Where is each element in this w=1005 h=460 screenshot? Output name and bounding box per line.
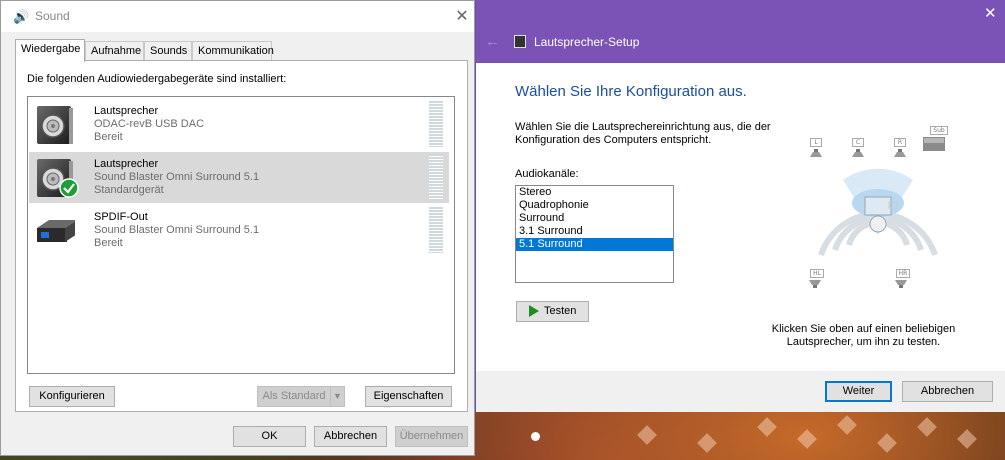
cancel-button[interactable]: Abbrechen	[902, 381, 993, 402]
set-default-button[interactable]: Als Standard ▼	[257, 386, 345, 407]
speaker-label-hl: HL	[810, 269, 824, 278]
panel-instruction: Die folgenden Audiowiedergabegeräte sind…	[27, 73, 287, 85]
setup-title: Lautsprecher-Setup	[534, 35, 640, 49]
speaker-setup-icon	[514, 35, 526, 48]
setup-footer: Weiter Abbrechen	[476, 371, 1005, 412]
spdif-device-icon	[37, 220, 75, 242]
cursor-dot	[531, 432, 540, 441]
rear-left-speaker-icon[interactable]	[809, 280, 821, 288]
device-status: Bereit	[94, 237, 123, 249]
setup-instruction: Wählen Sie die Lautsprechereinrichtung a…	[515, 121, 771, 146]
tab-wiedergabe[interactable]: Wiedergabe	[15, 39, 85, 62]
setup-heading: Wählen Sie Ihre Konfiguration aus.	[515, 83, 747, 100]
sound-title: Sound	[35, 9, 70, 23]
play-icon	[529, 305, 539, 317]
chevron-down-icon[interactable]: ▼	[330, 387, 344, 406]
level-meter	[429, 154, 443, 200]
properties-button[interactable]: Eigenschaften	[365, 386, 452, 407]
playback-panel: Die folgenden Audiowiedergabegeräte sind…	[15, 60, 468, 412]
device-status: Bereit	[94, 131, 123, 143]
test-hint: Klicken Sie oben auf einen beliebigen La…	[771, 323, 956, 348]
level-meter	[429, 101, 443, 147]
speaker-label-r: R	[894, 138, 906, 147]
device-status: Standardgerät	[94, 184, 164, 196]
subwoofer-icon[interactable]	[923, 137, 945, 151]
sound-app-icon: 🔊	[13, 9, 30, 24]
set-default-label: Als Standard	[262, 390, 326, 402]
ok-button[interactable]: OK	[233, 426, 306, 447]
checkmark-icon	[59, 178, 79, 198]
channel-option[interactable]: Quadrophonie	[516, 199, 673, 212]
speaker-label-hr: HR	[896, 269, 910, 278]
channel-option[interactable]: Surround	[516, 212, 673, 225]
channels-label: Audiokanäle:	[515, 168, 579, 180]
tab-aufnahme[interactable]: Aufnahme	[85, 41, 144, 61]
list-item[interactable]: Lautsprecher ODAC-revB USB DAC Bereit	[29, 99, 449, 150]
list-item[interactable]: SPDIF-Out Sound Blaster Omni Surround 5.…	[29, 205, 449, 256]
close-icon[interactable]: ✕	[453, 6, 471, 26]
speaker-diagram: L C R Sub HL HR	[803, 125, 953, 295]
channel-option[interactable]: Stereo	[516, 186, 673, 199]
sound-titlebar[interactable]: 🔊 Sound ✕	[1, 1, 474, 32]
list-item[interactable]: Lautsprecher Sound Blaster Omni Surround…	[29, 152, 449, 203]
device-name: SPDIF-Out	[94, 211, 148, 223]
cancel-button[interactable]: Abbrechen	[314, 426, 387, 447]
tab-sounds[interactable]: Sounds	[144, 41, 192, 61]
front-right-speaker-icon[interactable]	[894, 149, 906, 157]
next-button[interactable]: Weiter	[825, 381, 892, 402]
device-list: Lautsprecher ODAC-revB USB DAC Bereit La…	[27, 96, 455, 374]
speaker-label-l: L	[810, 138, 822, 147]
device-driver: Sound Blaster Omni Surround 5.1	[94, 171, 260, 183]
close-icon[interactable]: ✕	[984, 4, 997, 22]
tab-kommunikation[interactable]: Kommunikation	[192, 41, 274, 61]
apply-button[interactable]: Übernehmen	[395, 426, 468, 447]
sound-dialog: 🔊 Sound ✕ Wiedergabe Aufnahme Sounds Kom…	[0, 0, 475, 456]
back-arrow-icon[interactable]: ←	[485, 33, 500, 50]
level-meter	[429, 207, 443, 253]
front-left-speaker-icon[interactable]	[810, 149, 822, 157]
channel-option[interactable]: 3.1 Surround	[516, 225, 673, 238]
speaker-label-sub: Sub	[930, 126, 948, 135]
speaker-icon	[37, 106, 73, 144]
speaker-label-c: C	[852, 138, 864, 147]
test-button-label: Testen	[544, 305, 577, 317]
device-driver: ODAC-revB USB DAC	[94, 118, 205, 130]
device-name: Lautsprecher	[94, 105, 159, 117]
setup-titlebar[interactable]: ✕ ← Lautsprecher-Setup	[476, 0, 1005, 63]
rear-right-speaker-icon[interactable]	[895, 280, 907, 288]
device-driver: Sound Blaster Omni Surround 5.1	[94, 224, 260, 236]
speaker-setup-dialog: ✕ ← Lautsprecher-Setup Wählen Sie Ihre K…	[475, 0, 1005, 412]
channels-listbox[interactable]: Stereo Quadrophonie Surround 3.1 Surroun…	[515, 185, 674, 283]
test-button[interactable]: Testen	[516, 301, 589, 322]
center-speaker-icon[interactable]	[852, 149, 864, 157]
device-name: Lautsprecher	[94, 158, 159, 170]
configure-button[interactable]: Konfigurieren	[29, 386, 115, 407]
channel-option-selected[interactable]: 5.1 Surround	[516, 238, 673, 251]
